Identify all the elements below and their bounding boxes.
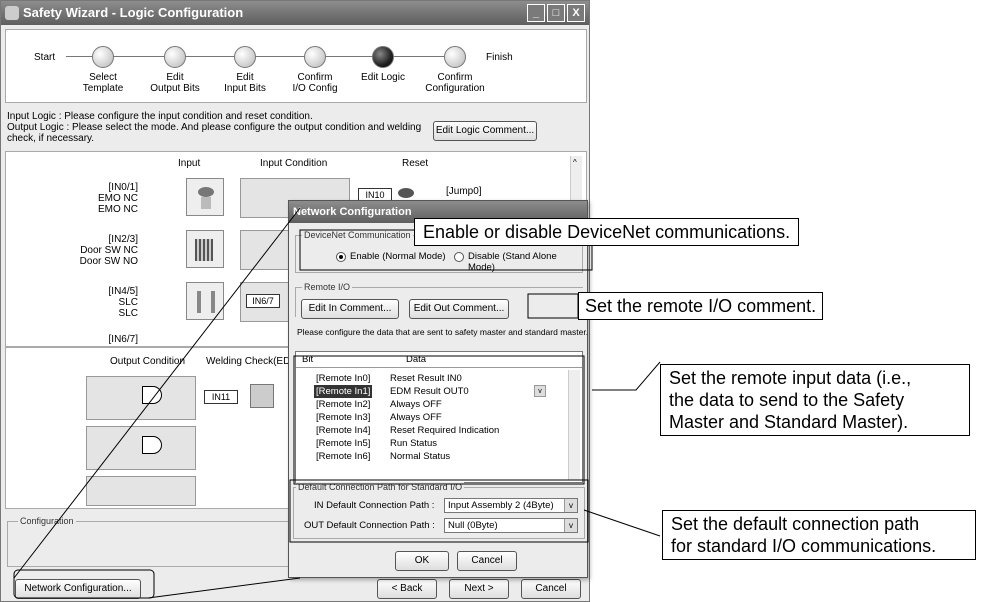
input-condition-tag: IN6/7: [246, 294, 280, 308]
out-connection-label: OUT Default Connection Path :: [304, 520, 435, 531]
input-label-3: [IN6/7]: [108, 334, 138, 345]
network-configuration-button[interactable]: Network Configuration...: [15, 579, 141, 599]
wizard-steps-panel: Start Finish Select Template Edit Output B…: [5, 29, 587, 103]
step-edit-logic-icon: [372, 46, 394, 68]
maximize-button[interactable]: □: [547, 4, 565, 22]
step-label: Confirm I/O Config: [292, 72, 338, 94]
disable-radio[interactable]: [454, 252, 464, 262]
step-label: Edit Output Bits: [150, 72, 200, 94]
ok-button[interactable]: OK: [395, 551, 449, 571]
emergency-stop-icon[interactable]: [186, 178, 224, 216]
reset-switch-icon: [398, 188, 414, 198]
remote-input-table: Bit Data [Remote In0] Reset Result IN0 [R…: [295, 351, 583, 483]
and-gate-icon: [142, 436, 162, 454]
remote-io-group-label: Remote I/O: [302, 282, 353, 292]
table-row[interactable]: [Remote In3] Always OFF: [298, 411, 568, 424]
step-label: Select Template: [82, 72, 124, 94]
in-connection-path-select[interactable]: Input Assembly 2 (4Byte) v: [444, 498, 578, 513]
configuration-group-label: Configuration: [18, 516, 76, 526]
wizard-finish-label: Finish: [486, 52, 513, 63]
input-label-0: [IN0/1] EMO NC EMO NC: [98, 182, 138, 215]
jump-label: [Jump0]: [446, 186, 482, 197]
window-titlebar: Safety Wizard - Logic Configuration _ □ …: [1, 1, 589, 25]
next-button[interactable]: Next >: [449, 579, 509, 599]
instructions-text: Input Logic : Please configure the input…: [7, 111, 427, 144]
callout-enable-devicenet: Enable or disable DeviceNet communicatio…: [414, 218, 800, 246]
row-dropdown-icon[interactable]: v: [534, 385, 546, 397]
default-connection-group-label: Default Connection Path for Standard I/O: [296, 482, 465, 492]
step-select-template-icon: [92, 46, 114, 68]
table-row[interactable]: [Remote In1] EDM Result OUT0 v: [298, 385, 568, 398]
table-row[interactable]: [Remote In0] Reset Result IN0: [298, 372, 568, 385]
instruction-line: Input Logic : Please configure the input…: [7, 111, 313, 122]
close-button[interactable]: X: [567, 4, 585, 22]
configure-data-text: Please configure the data that are sent …: [297, 327, 589, 337]
step-label: Edit Input Bits: [224, 72, 266, 94]
wizard-start-label: Start: [34, 52, 56, 63]
welding-input-tag: IN11: [204, 390, 238, 404]
chevron-down-icon: v: [564, 499, 577, 512]
chevron-down-icon: v: [564, 519, 577, 532]
callout-default-connection-path: Set the default connection path for stan…: [662, 510, 976, 560]
default-connection-group: Default Connection Path for Standard I/O…: [293, 482, 585, 539]
edit-in-comment-button[interactable]: Edit In Comment...: [301, 299, 399, 319]
table-row[interactable]: [Remote In4] Reset Required Indication: [298, 424, 568, 437]
step-edit-output-bits-icon: [164, 46, 186, 68]
edit-out-comment-button[interactable]: Edit Out Comment...: [409, 299, 509, 319]
door-switch-icon[interactable]: [186, 230, 224, 268]
dialog-title: Network Configuration: [293, 206, 412, 218]
callout-remote-io-comment: Set the remote I/O comment.: [578, 292, 824, 320]
step-confirm-configuration-icon: [444, 46, 466, 68]
enable-radio-label: Enable (Normal Mode): [350, 251, 446, 262]
relay-icon: [250, 384, 274, 408]
input-column-header: Input: [178, 158, 201, 169]
app-icon: [5, 6, 19, 20]
step-label: Confirm Configuration: [425, 72, 485, 94]
reset-column-header: Reset: [402, 158, 429, 169]
callout-remote-input-data: Set the remote input data (i.e., the dat…: [660, 364, 970, 436]
edit-logic-comment-button[interactable]: Edit Logic Comment...: [433, 121, 537, 141]
table-row[interactable]: [Remote In2] Always OFF: [298, 398, 568, 411]
output-condition-column-header: Output Condition: [110, 356, 186, 367]
light-curtain-icon[interactable]: [186, 282, 224, 320]
output-condition-cell[interactable]: [86, 476, 196, 506]
devicenet-group-label: DeviceNet Communication: [302, 230, 413, 240]
instruction-line: Output Logic : Please select the mode. A…: [7, 122, 422, 133]
disable-radio-label: Disable (Stand Alone Mode): [468, 251, 557, 273]
table-row[interactable]: [Remote In5] Run Status: [298, 437, 568, 450]
input-label-2: [IN4/5] SLC SLC: [108, 286, 138, 319]
minimize-button[interactable]: _: [527, 4, 545, 22]
dialog-cancel-button[interactable]: Cancel: [457, 551, 517, 571]
cancel-button[interactable]: Cancel: [521, 579, 581, 599]
step-label: Edit Logic: [361, 72, 405, 83]
window-title: Safety Wizard - Logic Configuration: [23, 5, 244, 20]
network-configuration-dialog: Network Configuration DeviceNet Communic…: [288, 200, 588, 578]
back-button[interactable]: < Back: [377, 579, 437, 599]
enable-radio[interactable]: [336, 252, 346, 262]
in-connection-label: IN Default Connection Path :: [314, 500, 435, 511]
instruction-line: check, if necessary.: [7, 133, 95, 144]
and-gate-icon: [142, 386, 162, 404]
bit-column-header: Bit: [302, 354, 314, 365]
out-connection-path-select[interactable]: Null (0Byte) v: [444, 518, 578, 533]
step-edit-input-bits-icon: [234, 46, 256, 68]
output-condition-cell[interactable]: [86, 426, 196, 470]
input-condition-column-header: Input Condition: [260, 158, 328, 169]
data-column-header: Data: [406, 354, 427, 365]
input-label-1: [IN2/3] Door SW NC Door SW NO: [79, 234, 138, 267]
step-confirm-io-config-icon: [304, 46, 326, 68]
wizard-progress-line: [66, 56, 466, 57]
output-condition-cell[interactable]: [86, 376, 196, 420]
table-row[interactable]: [Remote In6] Normal Status: [298, 450, 568, 463]
table-scrollbar[interactable]: [568, 370, 580, 480]
